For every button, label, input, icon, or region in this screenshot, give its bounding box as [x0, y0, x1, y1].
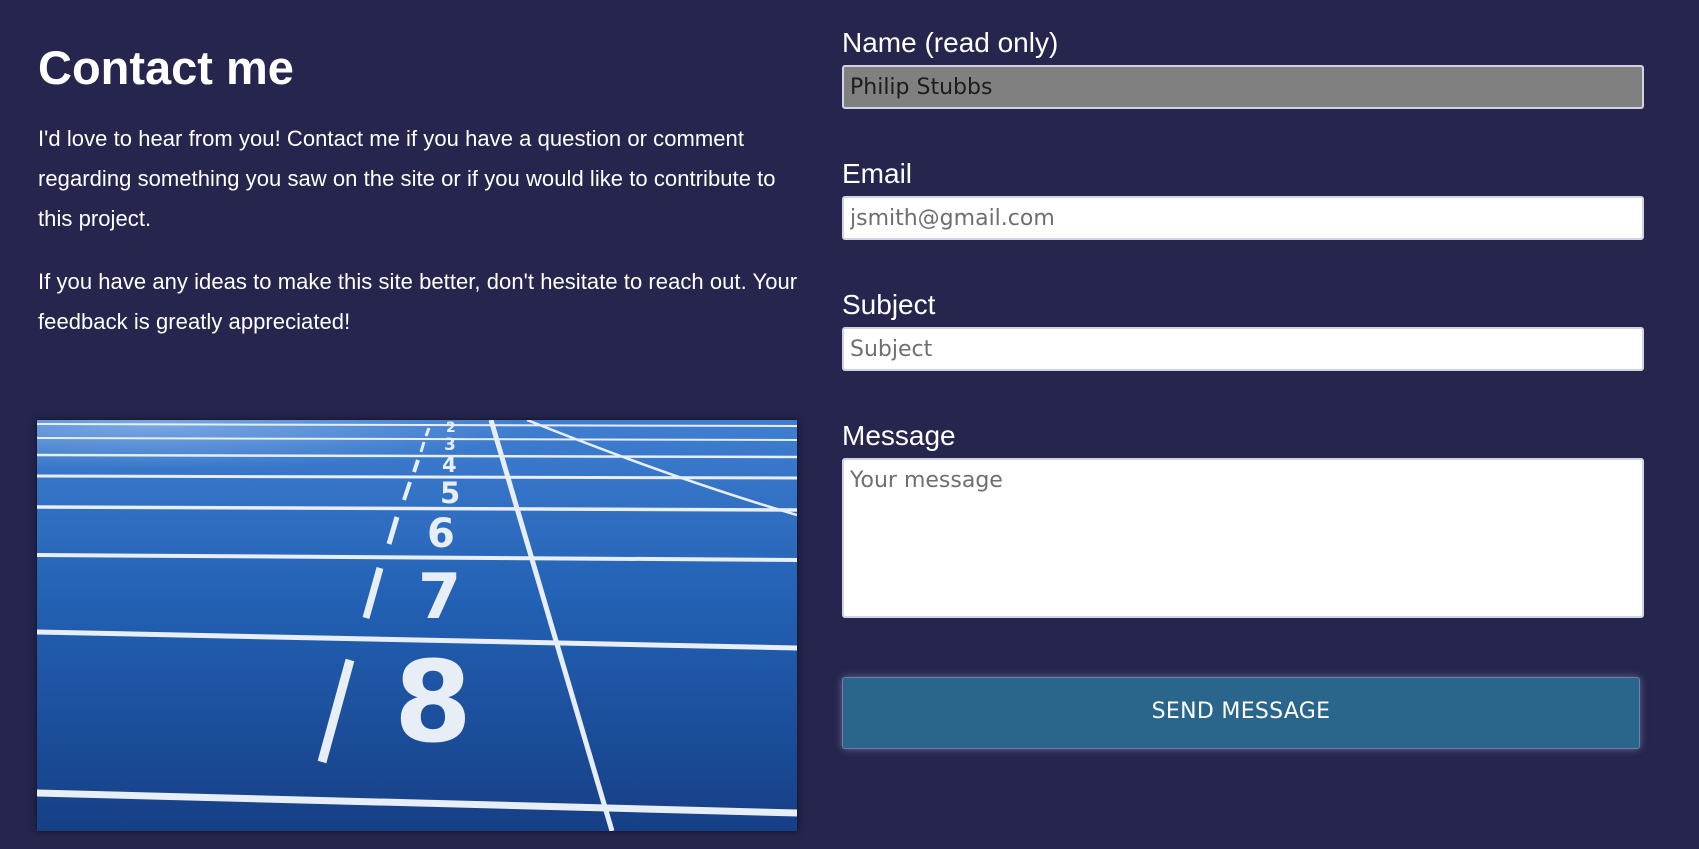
message-label: Message	[842, 420, 956, 451]
running-track-image: 2 3 4 5 6 7 8	[37, 420, 797, 831]
intro-paragraph-2: If you have any ideas to make this site …	[38, 269, 798, 335]
subject-label: Subject	[842, 289, 936, 320]
intro-paragraph-1: I'd love to hear from you! Contact me if…	[38, 126, 776, 232]
email-field[interactable]	[842, 196, 1644, 240]
lane-number-4: 4	[442, 453, 457, 477]
running-track-illustration	[37, 420, 797, 831]
lane-number-8: 8	[394, 638, 472, 768]
lane-number-5: 5	[440, 476, 461, 510]
name-label: Name (read only)	[842, 27, 1059, 58]
subject-field[interactable]	[842, 327, 1644, 371]
email-label: Email	[842, 158, 913, 189]
intro-section: Contact me I'd love to hear from you! Co…	[38, 40, 798, 342]
lane-number-6: 6	[427, 511, 455, 557]
lane-number-3: 3	[444, 435, 456, 455]
message-field[interactable]	[842, 458, 1644, 618]
send-message-button[interactable]: SEND MESSAGE	[842, 677, 1640, 749]
lane-number-2: 2	[446, 420, 456, 436]
page-title: Contact me	[38, 41, 294, 94]
contact-page: Contact me I'd love to hear from you! Co…	[0, 0, 1699, 849]
name-field[interactable]	[842, 65, 1644, 109]
lane-number-7: 7	[418, 560, 462, 633]
